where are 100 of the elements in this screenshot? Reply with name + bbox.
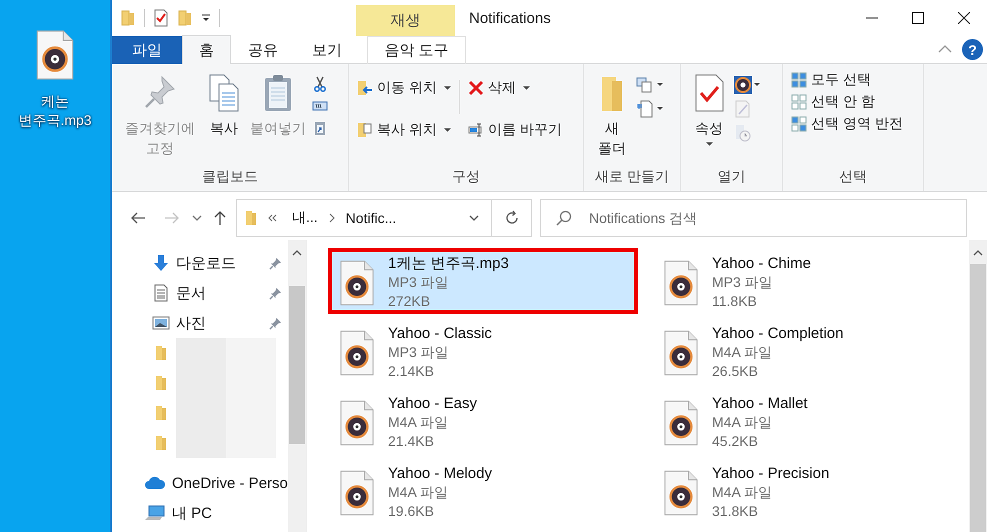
group-label: 새로 만들기 (594, 168, 670, 186)
ribbon-tab[interactable]: 보기 (295, 36, 359, 64)
copy-button[interactable]: 복사 (202, 70, 246, 168)
file-name: Yahoo - Chime (712, 254, 811, 273)
download-arrow-icon[interactable] (152, 254, 170, 272)
file-name: Yahoo - Completion (712, 324, 844, 343)
computer-icon[interactable] (144, 505, 166, 521)
up-arrow-icon[interactable] (214, 210, 226, 226)
picture-icon[interactable] (152, 314, 170, 332)
customize-dropdown-icon[interactable] (201, 14, 211, 22)
nav-item[interactable]: 사진 (176, 314, 206, 332)
caret-icon (706, 142, 712, 146)
group-label: 클립보드 (201, 168, 259, 186)
move-to-button[interactable]: 이동 위치 (355, 78, 453, 98)
paste-shortcut-icon[interactable] (312, 120, 328, 136)
group-label: 구성 (451, 168, 481, 186)
scrollbar[interactable] (969, 240, 987, 532)
easy-access-icon[interactable] (636, 100, 664, 118)
overflow-chevron-icon[interactable] (267, 214, 277, 222)
nav-item[interactable]: 내 PC (172, 504, 212, 522)
caret-icon (444, 86, 451, 90)
ribbon-tab[interactable]: 파일 (112, 36, 182, 64)
document-icon[interactable] (152, 284, 170, 302)
rename-icon (468, 122, 484, 138)
nav-item[interactable]: 문서 (176, 284, 206, 302)
search-icon (556, 210, 572, 226)
music-file-icon[interactable] (36, 30, 74, 80)
file-item[interactable]: Yahoo - Chime MP3 파일 11.8KB (652, 248, 962, 314)
file-type: MP3 파일 (712, 273, 774, 292)
file-type: M4A 파일 (388, 483, 449, 502)
file-size: 11.8KB (712, 292, 758, 311)
caret-icon (444, 128, 451, 132)
recent-locations-icon[interactable] (192, 214, 202, 220)
rename-button[interactable]: 이름 바꾸기 (466, 120, 564, 140)
delete-button[interactable]: 삭제 (466, 78, 564, 98)
music-app-icon[interactable] (733, 76, 761, 94)
file-name: Yahoo - Mallet (712, 394, 808, 413)
group-label: 열기 (716, 168, 746, 186)
pin-icon[interactable] (269, 316, 282, 330)
music-file-icon (340, 260, 374, 306)
caret-icon (522, 86, 530, 90)
ribbon-tab[interactable]: 홈 (182, 35, 231, 64)
file-size: 272KB (388, 292, 432, 311)
new-folder-button[interactable]: 새 폴더 (590, 70, 634, 168)
file-type: M4A 파일 (712, 343, 773, 362)
file-name: 1케논 변주곡.mp3 (388, 254, 509, 273)
file-type: M4A 파일 (712, 483, 773, 502)
file-type: MP3 파일 (388, 273, 450, 292)
file-type: MP3 파일 (388, 343, 450, 362)
grid-icon (791, 94, 807, 110)
scrollbar[interactable] (288, 240, 306, 532)
cloud-icon[interactable] (144, 475, 166, 491)
pin-icon[interactable] (269, 286, 282, 300)
file-item[interactable]: Yahoo - Melody M4A 파일 19.6KB (328, 458, 638, 524)
select-button[interactable]: 선택 영역 반전 (789, 114, 917, 134)
music-file-icon (340, 330, 374, 376)
new-item-icon[interactable] (636, 76, 664, 94)
address-bar[interactable]: 내... Notific... (236, 198, 532, 236)
file-item[interactable]: Yahoo - Mallet M4A 파일 45.2KB (652, 388, 962, 454)
breadcrumb[interactable]: Notific... (342, 210, 400, 226)
search-field[interactable]: Notifications 검색 (540, 198, 967, 236)
file-name: Yahoo - Melody (388, 464, 492, 483)
properties-button[interactable]: 속성 (687, 70, 731, 168)
help-button[interactable]: ? (962, 39, 983, 60)
select-button[interactable]: 모두 선택 (789, 70, 917, 90)
window-title: Notifications (469, 10, 551, 26)
folder-arrow-icon (357, 80, 373, 96)
nav-item[interactable]: 다운로드 (176, 254, 236, 272)
file-item[interactable]: Yahoo - Completion M4A 파일 26.5KB (652, 318, 962, 384)
breadcrumb[interactable]: 내... (289, 208, 321, 226)
scroll-up-icon[interactable] (292, 250, 302, 256)
file-size: 31.8KB (712, 502, 759, 521)
copy-to-button[interactable]: 복사 위치 (355, 120, 453, 140)
back-arrow-icon[interactable] (130, 212, 146, 224)
nav-item[interactable]: OneDrive - Perso (172, 474, 288, 492)
pin-icon[interactable] (269, 256, 282, 270)
music-file-icon (340, 470, 374, 516)
select-button[interactable]: 선택 안 함 (789, 92, 917, 112)
collapse-ribbon-icon[interactable] (938, 45, 952, 53)
properties-icon[interactable] (153, 9, 169, 27)
file-size: 45.2KB (712, 432, 759, 451)
ribbon-tab[interactable]: 공유 (231, 36, 295, 64)
file-name: Yahoo - Easy (388, 394, 477, 413)
file-item[interactable]: Yahoo - Classic MP3 파일 2.14KB (328, 318, 638, 384)
scroll-up-icon[interactable] (973, 250, 983, 256)
chevron-icon[interactable] (328, 212, 335, 222)
scissors-icon[interactable] (312, 76, 328, 92)
maximize-icon (912, 12, 924, 24)
file-item[interactable]: 1케논 변주곡.mp3 MP3 파일 272KB (328, 248, 638, 314)
file-type: M4A 파일 (712, 413, 773, 432)
dropdown-icon[interactable] (469, 214, 479, 220)
folder-icon (245, 210, 257, 226)
file-size: 21.4KB (388, 432, 435, 451)
file-size: 19.6KB (388, 502, 435, 521)
folder-copy-icon (357, 122, 373, 138)
grid-icon (791, 72, 807, 88)
file-item[interactable]: Yahoo - Easy M4A 파일 21.4KB (328, 388, 638, 454)
file-item[interactable]: Yahoo - Precision M4A 파일 31.8KB (652, 458, 962, 524)
close-icon (958, 12, 970, 24)
context-tab-group: 재생 (356, 5, 455, 36)
